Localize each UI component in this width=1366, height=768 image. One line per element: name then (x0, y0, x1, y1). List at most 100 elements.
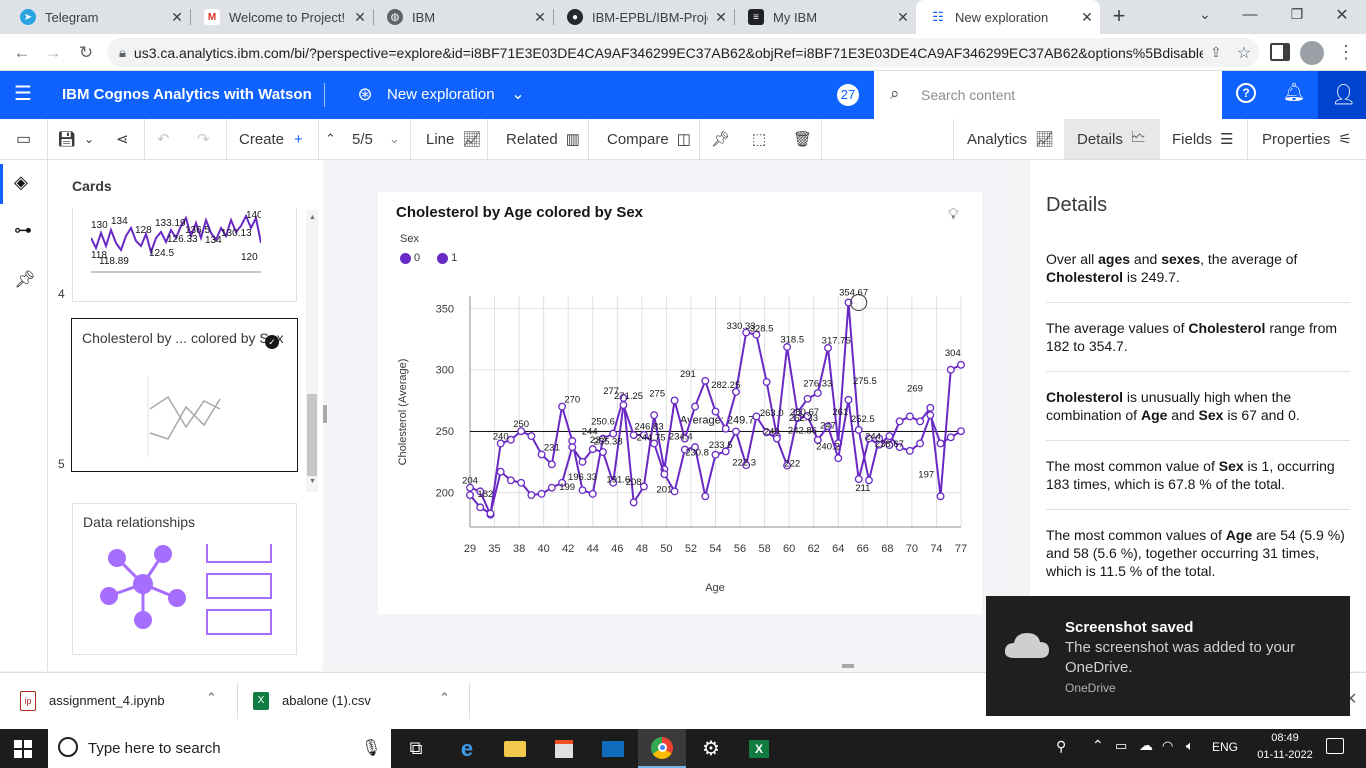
line-chart[interactable]: 29 35 38 40 42 44 46 48 50 52 54 56 58 60 62 64 66 68 70 74… (378, 192, 982, 614)
undo-icon[interactable]: ↶ (157, 119, 170, 159)
panel-resize-handle[interactable] (323, 405, 327, 423)
cards-icon[interactable]: ◈ (14, 172, 28, 193)
onedrive-tray-icon[interactable]: ☁︎ (1139, 737, 1153, 754)
microphone-icon[interactable]: 🎙︎ (361, 738, 381, 758)
store-icon[interactable] (540, 729, 588, 768)
action-center-icon[interactable] (1326, 738, 1344, 754)
back-button[interactable]: ← (9, 40, 35, 66)
new-tab-button[interactable]: + (1106, 5, 1132, 29)
language-indicator[interactable]: ENG (1212, 740, 1238, 754)
delete-icon[interactable]: 🗑︎ (793, 119, 812, 159)
close-window-button[interactable]: ✕ (1330, 5, 1354, 27)
mail-icon[interactable] (589, 729, 637, 768)
details-button[interactable]: Details 🗠 (1077, 119, 1146, 159)
chrome-icon[interactable] (638, 729, 686, 768)
relationships-icon[interactable]: ⊶ (14, 220, 32, 241)
tab-gmail[interactable]: M Welcome to Project! D ✕ (190, 0, 373, 34)
minimize-button[interactable]: — (1238, 6, 1262, 28)
scroll-up-icon[interactable]: ▲ (309, 214, 316, 221)
expand-icon[interactable]: ⬚ (752, 119, 766, 159)
forward-button[interactable]: → (40, 40, 66, 66)
pin-icon[interactable]: 📌︎ (711, 119, 730, 159)
close-tab-icon[interactable]: ✕ (1074, 9, 1100, 26)
share-icon[interactable]: ⇪ (1203, 44, 1229, 61)
task-view-icon[interactable]: ⧉ (392, 729, 440, 768)
wifi-icon[interactable]: ◠ (1162, 738, 1173, 754)
people-icon[interactable]: ⚲ (1056, 738, 1066, 755)
reload-button[interactable]: ↻ (73, 40, 99, 66)
series-0-point (916, 417, 925, 426)
previous-card-icon[interactable]: ⌃ (325, 119, 336, 159)
tab-ibm[interactable]: ◍ IBM ✕ (373, 0, 553, 34)
cards-scrollbar[interactable]: ▲ ▼ (306, 210, 318, 492)
tab-telegram[interactable]: ➤ Telegram ✕ (6, 0, 190, 34)
properties-button[interactable]: Properties ⚟ (1262, 119, 1352, 159)
comment-icon[interactable]: ▭ (16, 119, 31, 159)
share-icon[interactable]: ⋖ (116, 119, 129, 159)
download-item-name[interactable]: abalone (1).csv (282, 693, 371, 708)
onedrive-toast[interactable]: Screenshot saved The screenshot was adde… (986, 596, 1350, 716)
compare-button[interactable]: Compare ◫ (607, 119, 691, 159)
close-tab-icon[interactable]: ✕ (347, 9, 373, 26)
tab-search-chevron-icon[interactable]: ⌄ (1193, 6, 1217, 28)
url-text[interactable]: us3.ca.analytics.ibm.com/bi/?perspective… (134, 45, 1203, 61)
clock-date[interactable]: 01-11-2022 (1252, 749, 1318, 761)
download-menu-chevron-icon[interactable]: ⌃ (439, 690, 450, 706)
close-tab-icon[interactable]: ✕ (164, 9, 190, 26)
download-item-name[interactable]: assignment_4.ipynb (49, 693, 165, 708)
series-1-point (476, 503, 485, 512)
taskbar-search-box[interactable]: Type here to search 🎙︎ (48, 729, 391, 768)
close-tab-icon[interactable]: ✕ (890, 9, 916, 26)
battery-icon[interactable]: ▭ (1115, 738, 1127, 754)
pin-icon[interactable]: 📌︎ (14, 270, 36, 290)
tab-new-exploration[interactable]: ☷ New exploration ✕ (916, 0, 1100, 34)
scrollbar-thumb[interactable] (307, 394, 317, 476)
data-label: 261 (832, 407, 848, 418)
chevron-down-icon[interactable]: ⌄ (508, 84, 528, 104)
series-1-point (752, 412, 761, 421)
profile-avatar[interactable] (1300, 41, 1324, 65)
user-profile-button[interactable]: 👤︎ (1318, 71, 1366, 119)
edge-icon[interactable]: e (443, 729, 491, 768)
download-menu-chevron-icon[interactable]: ⌃ (206, 690, 217, 706)
next-card-icon[interactable]: ⌄ (389, 119, 400, 159)
save-menu-chevron-icon[interactable]: ⌄ (84, 119, 94, 159)
help-icon[interactable]: ? (1236, 83, 1256, 103)
bookmark-star-icon[interactable]: ☆ (1229, 43, 1259, 63)
analytics-button[interactable]: Analytics 📈︎ (967, 119, 1054, 159)
fields-button[interactable]: Fields ☰ (1172, 119, 1233, 159)
save-icon[interactable]: 💾︎ (57, 119, 76, 159)
visualization-type-button[interactable]: Line 📈︎ (426, 119, 481, 159)
hamburger-menu-icon[interactable]: ☰ (12, 83, 34, 107)
notifications-bell-icon[interactable]: 🔔︎ (1282, 82, 1306, 103)
related-button[interactable]: Related ▥ (506, 119, 580, 159)
tab-my-ibm[interactable]: ≡ My IBM ✕ (734, 0, 916, 34)
tab-github[interactable]: ● IBM-EPBL/IBM-Project ✕ (553, 0, 734, 34)
clock-time[interactable]: 08:49 (1262, 732, 1308, 744)
scroll-down-icon[interactable]: ▼ (309, 478, 316, 485)
close-tab-icon[interactable]: ✕ (708, 9, 734, 26)
canvas-resize-handle[interactable] (842, 664, 854, 668)
omnibox[interactable]: 🔒︎ us3.ca.analytics.ibm.com/bi/?perspect… (107, 38, 1259, 67)
detail-insight-5: The most common values of Age are 54 (5.… (1046, 527, 1345, 579)
tray-chevron-icon[interactable]: ⌃ (1092, 737, 1104, 754)
exploration-title[interactable]: New exploration (387, 86, 495, 103)
restore-button[interactable]: ❐ (1285, 6, 1309, 28)
search-icon: ⌕ (890, 84, 900, 103)
card-5-selected[interactable]: Cholesterol by ... colored by Sex ✓ (71, 318, 298, 472)
file-explorer-icon[interactable] (491, 729, 539, 768)
create-button[interactable]: Create + (239, 119, 303, 159)
windows-start-icon[interactable] (14, 740, 32, 758)
settings-gear-icon[interactable]: ⚙︎ (687, 729, 735, 768)
side-panel-icon[interactable] (1270, 43, 1290, 61)
notification-count-badge[interactable]: 27 (837, 84, 859, 106)
excel-icon[interactable]: X (735, 729, 783, 768)
card-4-thumbnail[interactable]: 130 134 128 133.19 136.5 134 130.13 140 … (72, 208, 297, 302)
search-box[interactable]: ⌕ Search content (874, 71, 1222, 119)
y-tick-label: 350 (436, 303, 454, 315)
volume-icon[interactable]: 🔈︎ (1186, 738, 1194, 754)
card-data-relationships[interactable]: Data relationships (72, 503, 297, 655)
redo-icon[interactable]: ↷ (197, 119, 210, 159)
close-tab-icon[interactable]: ✕ (527, 9, 553, 26)
browser-menu-icon[interactable]: ⋮ (1336, 42, 1356, 64)
